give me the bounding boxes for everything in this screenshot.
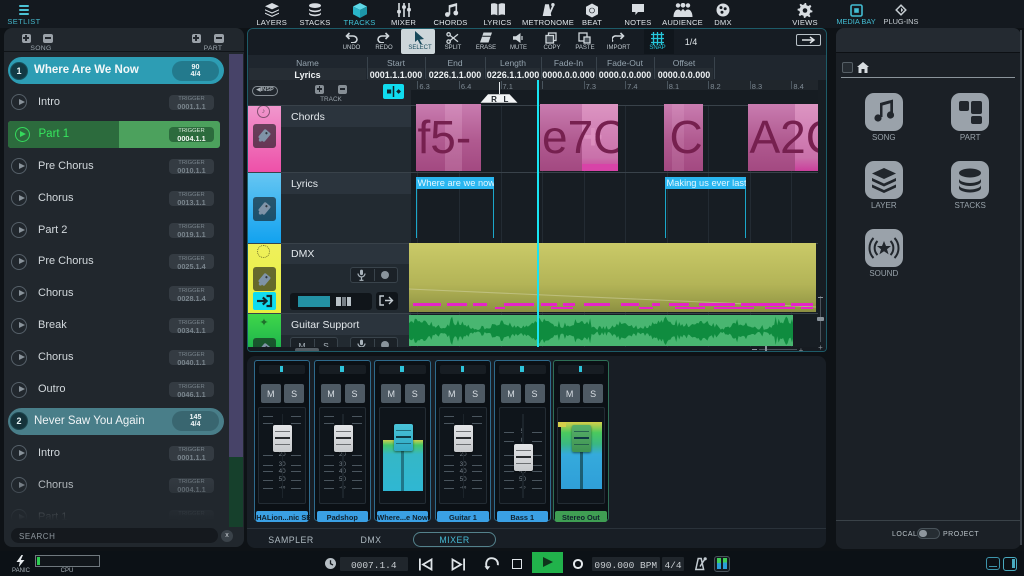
svg-text:R: R [491, 95, 497, 103]
svg-text:L: L [504, 95, 509, 103]
